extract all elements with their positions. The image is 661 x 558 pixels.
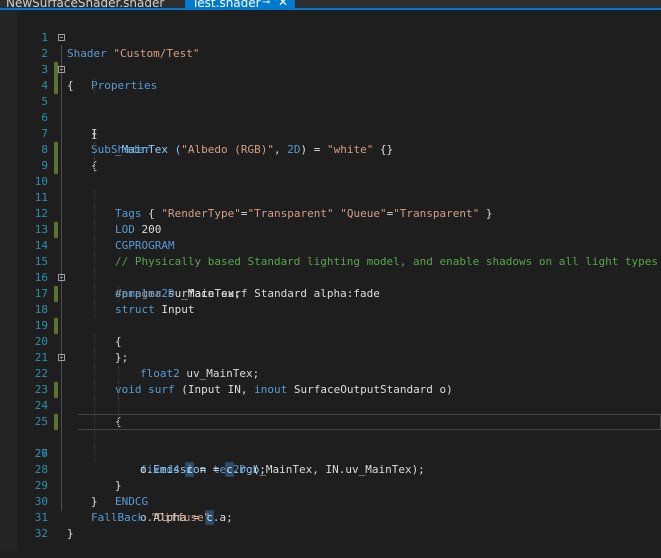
indent-guide [118,414,119,430]
code-line[interactable]: 20 [17,318,661,348]
code-line[interactable]: 7 SubShader [17,110,661,156]
indent-guide [94,398,95,414]
indent-guide [118,366,119,382]
code-line[interactable]: 18 float2 uv_MainTex; [17,286,661,380]
code-line[interactable]: 32 [17,510,661,540]
code-line[interactable]: 15 sampler2D _MainTex; [17,238,661,300]
indent-guide [94,142,95,158]
indent-guide [94,366,95,382]
change-marker [54,222,58,238]
code-line[interactable]: 27 } [17,430,661,492]
code-line[interactable]: 28 ENDCG [17,446,661,508]
code-line[interactable]: 9 Tags { "RenderType"="Transparent" "Que… [17,142,661,220]
tool-window-strip [0,10,17,551]
code-line-current[interactable]: 26 o.Alpha = c.a; [17,414,661,525]
code-line[interactable]: 22 { [17,350,661,428]
indent-guide [118,286,119,302]
indent-guide [94,414,95,430]
indent-guide [94,350,95,366]
indent-guide [94,238,95,254]
line-text: } [67,527,74,540]
current-line-highlight [78,414,661,430]
code-line[interactable]: 25 o.Emission = c.rgb; [17,398,661,477]
code-line[interactable]: 13 // Physically based Standard lighting… [17,206,661,268]
indent-guide [94,382,95,398]
code-line[interactable]: 2 { [17,30,661,92]
indent-guide [94,78,95,94]
code-line[interactable]: 3 Properties [17,46,661,92]
change-marker [54,414,58,430]
code-line[interactable]: 14 #pragma surface surf Standard alpha:f… [17,222,661,300]
change-marker [54,142,58,158]
indent-guide [94,286,95,302]
change-marker [54,78,58,94]
code-line[interactable]: 6 } [17,94,661,140]
indent-guide [94,270,95,286]
code-line[interactable]: 11 [17,174,661,204]
code-line[interactable]: 5 _MainTex ("Albedo (RGB)", 2D) = "white… [17,78,661,156]
fold-toggle-icon[interactable] [58,66,65,73]
code-line[interactable]: 10 LOD 200 [17,158,661,236]
change-marker [54,318,58,334]
line-number: 32 [34,527,48,540]
indent-guide [94,254,95,270]
indent-guide [94,158,95,174]
indent-guide [94,430,95,446]
code-line[interactable]: 21 void surf (Input IN, inout SurfaceOut… [17,334,661,396]
indent-guide [94,206,95,222]
code-line[interactable]: 23 [17,366,661,396]
code-line[interactable]: 8 { [17,126,661,172]
change-marker [54,158,58,174]
fold-toggle-icon[interactable] [58,274,65,281]
code-line[interactable]: 29 } [17,462,661,508]
indent-guide [94,334,95,350]
code-line[interactable]: 30 FallBack "Diffuse" [17,478,661,524]
change-marker [54,382,58,398]
indent-guide [94,446,95,462]
indent-guide [118,382,119,398]
change-marker [54,286,58,302]
code-line[interactable]: 12 CGPROGRAM [17,190,661,252]
code-line[interactable]: 31 } [17,494,661,540]
close-icon[interactable]: ✕ [278,0,288,8]
code-line[interactable]: 19 }; [17,302,661,364]
indent-guide [94,190,95,206]
fold-toggle-icon[interactable] [58,354,65,361]
code-line[interactable]: 16 struct Input [17,254,661,316]
code-editor[interactable]: 1 Shader "Custom/Test" 2 { 3 Properties … [17,10,661,551]
code-line[interactable]: 17 { [17,270,661,348]
indent-guide [94,302,95,318]
code-line[interactable]: 4 { [17,62,661,140]
code-line[interactable]: 24 fixed4 c = tex2D (_MainTex, IN.uv_Mai… [17,382,661,477]
fold-toggle-icon[interactable] [58,34,65,41]
tab-bar: NewSurfaceShader.shader Test.shader ⊸ ✕ [0,0,661,10]
indent-guide [94,222,95,238]
indent-guide [118,398,119,414]
code-line[interactable]: 1 Shader "Custom/Test" [17,14,661,60]
